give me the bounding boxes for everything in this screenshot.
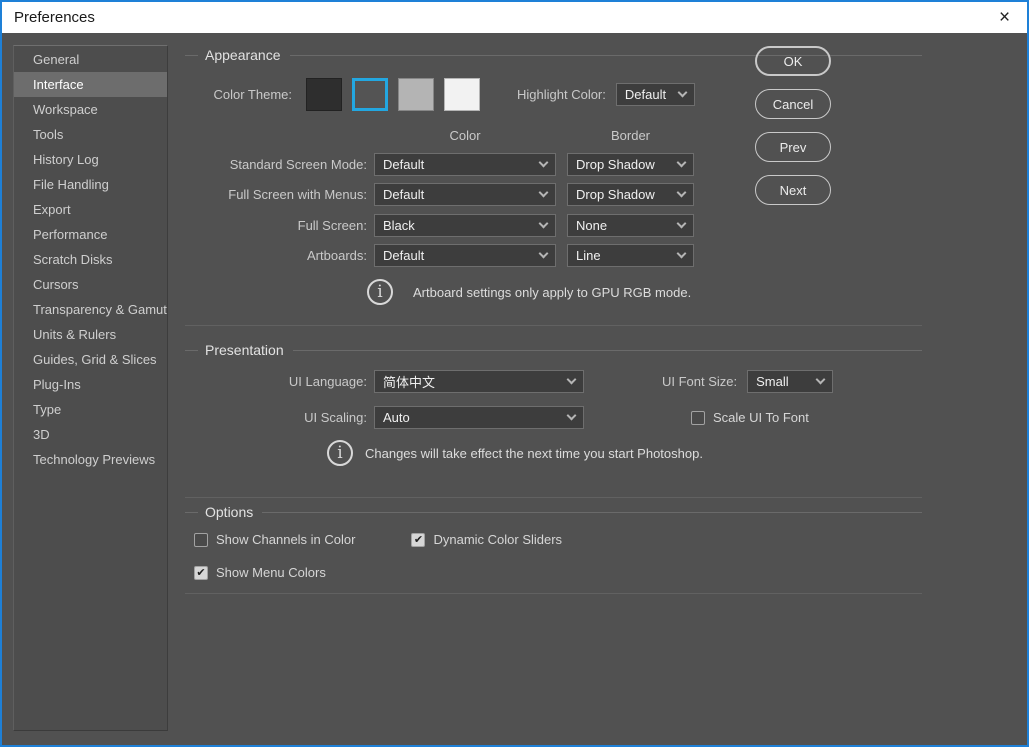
chevron-down-icon	[567, 375, 577, 385]
sidebar-item-export[interactable]: Export	[14, 197, 167, 222]
next-button[interactable]: Next	[755, 175, 831, 205]
scale-ui-to-font-checkbox[interactable]: ✔ Scale UI To Font	[691, 410, 809, 425]
chevron-down-icon	[677, 219, 687, 229]
sidebar-item-technology-previews[interactable]: Technology Previews	[14, 447, 167, 472]
color-theme-swatch-lightest[interactable]	[444, 78, 480, 111]
options-row-1: ✔ Show Channels in Color ✔ Dynamic Color…	[194, 532, 562, 547]
dynamic-color-sliders-checkbox[interactable]: ✔ Dynamic Color Sliders	[411, 532, 562, 547]
options-section-divider	[185, 593, 922, 594]
sidebar-item-history-log[interactable]: History Log	[14, 147, 167, 172]
sidebar-item-transparency-gamut[interactable]: Transparency & Gamut	[14, 297, 167, 322]
show-menu-colors-checkbox[interactable]: ✔ Show Menu Colors	[194, 565, 326, 580]
full-screen-label: Full Screen:	[185, 218, 367, 233]
title-bar: Preferences ×	[2, 2, 1027, 33]
checkbox-box: ✔	[411, 533, 425, 547]
checkbox-box: ✔	[194, 533, 208, 547]
chevron-down-icon	[539, 249, 549, 259]
chevron-down-icon	[677, 88, 687, 98]
artboards-label: Artboards:	[185, 248, 367, 263]
standard-screen-mode-row: Standard Screen Mode: Default Drop Shado…	[185, 153, 694, 176]
color-theme-label: Color Theme:	[185, 87, 292, 102]
ui-language-label: UI Language:	[185, 374, 367, 389]
chevron-down-icon	[539, 188, 549, 198]
dialog-title: Preferences	[2, 9, 95, 26]
presentation-section-divider	[185, 497, 922, 498]
color-theme-swatch-light[interactable]	[398, 78, 434, 111]
ui-scaling-dropdown[interactable]: Auto	[374, 406, 584, 429]
presentation-section-title: Presentation	[185, 342, 922, 358]
highlight-color-dropdown[interactable]: Default	[616, 83, 695, 106]
standard-screen-mode-border-dropdown[interactable]: Drop Shadow	[567, 153, 694, 176]
full-screen-row: Full Screen: Black None	[185, 214, 694, 237]
options-section-title: Options	[185, 504, 922, 520]
full-screen-with-menus-color-dropdown[interactable]: Default	[374, 183, 556, 206]
color-theme-row: Color Theme: Highlight Color: Default	[185, 78, 695, 111]
full-screen-with-menus-label: Full Screen with Menus:	[185, 187, 367, 202]
options-row-2: ✔ Show Menu Colors	[194, 565, 326, 580]
sidebar-item-workspace[interactable]: Workspace	[14, 97, 167, 122]
full-screen-border-dropdown[interactable]: None	[567, 214, 694, 237]
sidebar-item-cursors[interactable]: Cursors	[14, 272, 167, 297]
ui-font-size-dropdown[interactable]: Small	[747, 370, 833, 393]
sidebar-item-guides-grid-slices[interactable]: Guides, Grid & Slices	[14, 347, 167, 372]
full-screen-color-dropdown[interactable]: Black	[374, 214, 556, 237]
artboards-border-dropdown[interactable]: Line	[567, 244, 694, 267]
chevron-down-icon	[677, 188, 687, 198]
artboards-row: Artboards: Default Line	[185, 244, 694, 267]
highlight-color-label: Highlight Color:	[517, 87, 606, 102]
dialog-body: General Interface Workspace Tools Histor…	[2, 33, 1027, 745]
preferences-dialog: Preferences × General Interface Workspac…	[0, 0, 1029, 747]
sidebar-item-plug-ins[interactable]: Plug-Ins	[14, 372, 167, 397]
sidebar-item-tools[interactable]: Tools	[14, 122, 167, 147]
color-theme-swatch-dark[interactable]	[352, 78, 388, 111]
ui-scaling-row: UI Scaling: Auto ✔ Scale UI To Font	[185, 406, 809, 429]
show-channels-in-color-checkbox[interactable]: ✔ Show Channels in Color	[194, 532, 355, 547]
scale-ui-to-font-label: Scale UI To Font	[713, 410, 809, 425]
ui-language-dropdown[interactable]: 简体中文	[374, 370, 584, 393]
chevron-down-icon	[539, 219, 549, 229]
restart-info-text: Changes will take effect the next time y…	[365, 446, 703, 461]
sidebar-item-performance[interactable]: Performance	[14, 222, 167, 247]
border-column-header: Border	[567, 128, 694, 143]
sidebar-item-type[interactable]: Type	[14, 397, 167, 422]
artboards-color-dropdown[interactable]: Default	[374, 244, 556, 267]
sidebar-item-scratch-disks[interactable]: Scratch Disks	[14, 247, 167, 272]
sidebar-item-interface[interactable]: Interface	[14, 72, 167, 97]
ok-button[interactable]: OK	[755, 46, 831, 76]
chevron-down-icon	[677, 249, 687, 259]
prev-button[interactable]: Prev	[755, 132, 831, 162]
ui-font-size-label: UI Font Size:	[662, 374, 737, 389]
info-icon: i	[367, 279, 393, 305]
artboard-info-text: Artboard settings only apply to GPU RGB …	[413, 285, 691, 300]
category-list: General Interface Workspace Tools Histor…	[13, 45, 168, 731]
sidebar-item-3d[interactable]: 3D	[14, 422, 167, 447]
checkbox-box: ✔	[194, 566, 208, 580]
full-screen-with-menus-row: Full Screen with Menus: Default Drop Sha…	[185, 183, 694, 206]
sidebar-item-file-handling[interactable]: File Handling	[14, 172, 167, 197]
appearance-section-divider	[185, 325, 922, 326]
chevron-down-icon	[816, 375, 826, 385]
chevron-down-icon	[567, 411, 577, 421]
sidebar-item-units-rulers[interactable]: Units & Rulers	[14, 322, 167, 347]
sidebar-item-general[interactable]: General	[14, 47, 167, 72]
close-icon[interactable]: ×	[982, 2, 1027, 33]
restart-info-row: i Changes will take effect the next time…	[327, 440, 703, 466]
standard-screen-mode-color-dropdown[interactable]: Default	[374, 153, 556, 176]
full-screen-with-menus-border-dropdown[interactable]: Drop Shadow	[567, 183, 694, 206]
show-channels-in-color-label: Show Channels in Color	[216, 532, 355, 547]
chevron-down-icon	[539, 158, 549, 168]
checkbox-box: ✔	[691, 411, 705, 425]
chevron-down-icon	[677, 158, 687, 168]
color-theme-swatch-darkest[interactable]	[306, 78, 342, 111]
cancel-button[interactable]: Cancel	[755, 89, 831, 119]
ui-scaling-label: UI Scaling:	[185, 410, 367, 425]
ui-language-row: UI Language: 简体中文 UI Font Size: Small	[185, 370, 833, 393]
info-icon: i	[327, 440, 353, 466]
dynamic-color-sliders-label: Dynamic Color Sliders	[433, 532, 562, 547]
artboard-info-row: i Artboard settings only apply to GPU RG…	[367, 279, 691, 305]
standard-screen-mode-label: Standard Screen Mode:	[185, 157, 367, 172]
color-column-header: Color	[374, 128, 556, 143]
show-menu-colors-label: Show Menu Colors	[216, 565, 326, 580]
